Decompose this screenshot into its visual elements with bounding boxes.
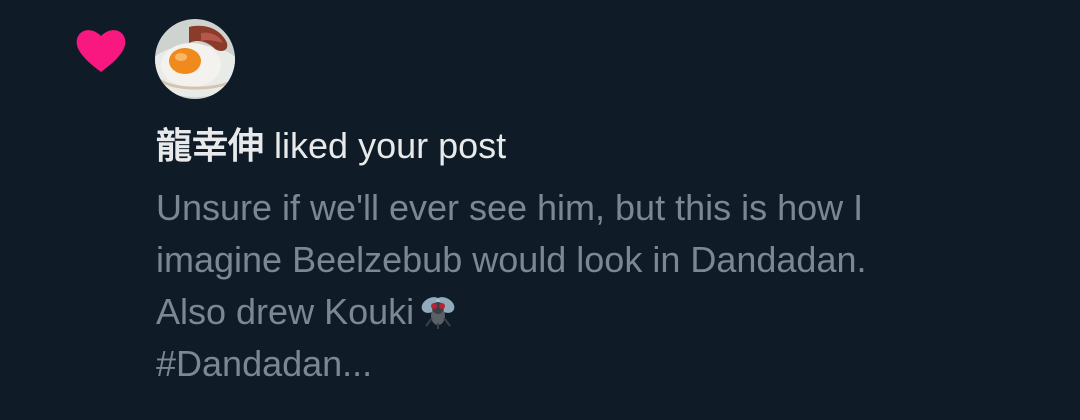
post-preview-line: imagine Beelzebub would look in Dandadan… <box>156 239 867 280</box>
action-text: liked your post <box>274 125 507 166</box>
like-notification[interactable]: 龍幸伸 liked your post Unsure if we'll ever… <box>0 0 1080 420</box>
post-preview[interactable]: Unsure if we'll ever see him, but this i… <box>156 182 1036 390</box>
post-preview-line-text: Also drew Kouki <box>156 291 415 332</box>
post-preview-line: Unsure if we'll ever see him, but this i… <box>156 187 864 228</box>
notification-headline: 龍幸伸 liked your post <box>156 122 506 171</box>
avatar[interactable] <box>155 19 235 99</box>
heart-icon <box>74 26 128 74</box>
post-preview-line: Also drew Kouki <box>156 286 1036 338</box>
post-preview-line: #Dandadan... <box>156 343 373 384</box>
liker-name[interactable]: 龍幸伸 <box>156 126 264 167</box>
fly-icon <box>418 290 458 330</box>
